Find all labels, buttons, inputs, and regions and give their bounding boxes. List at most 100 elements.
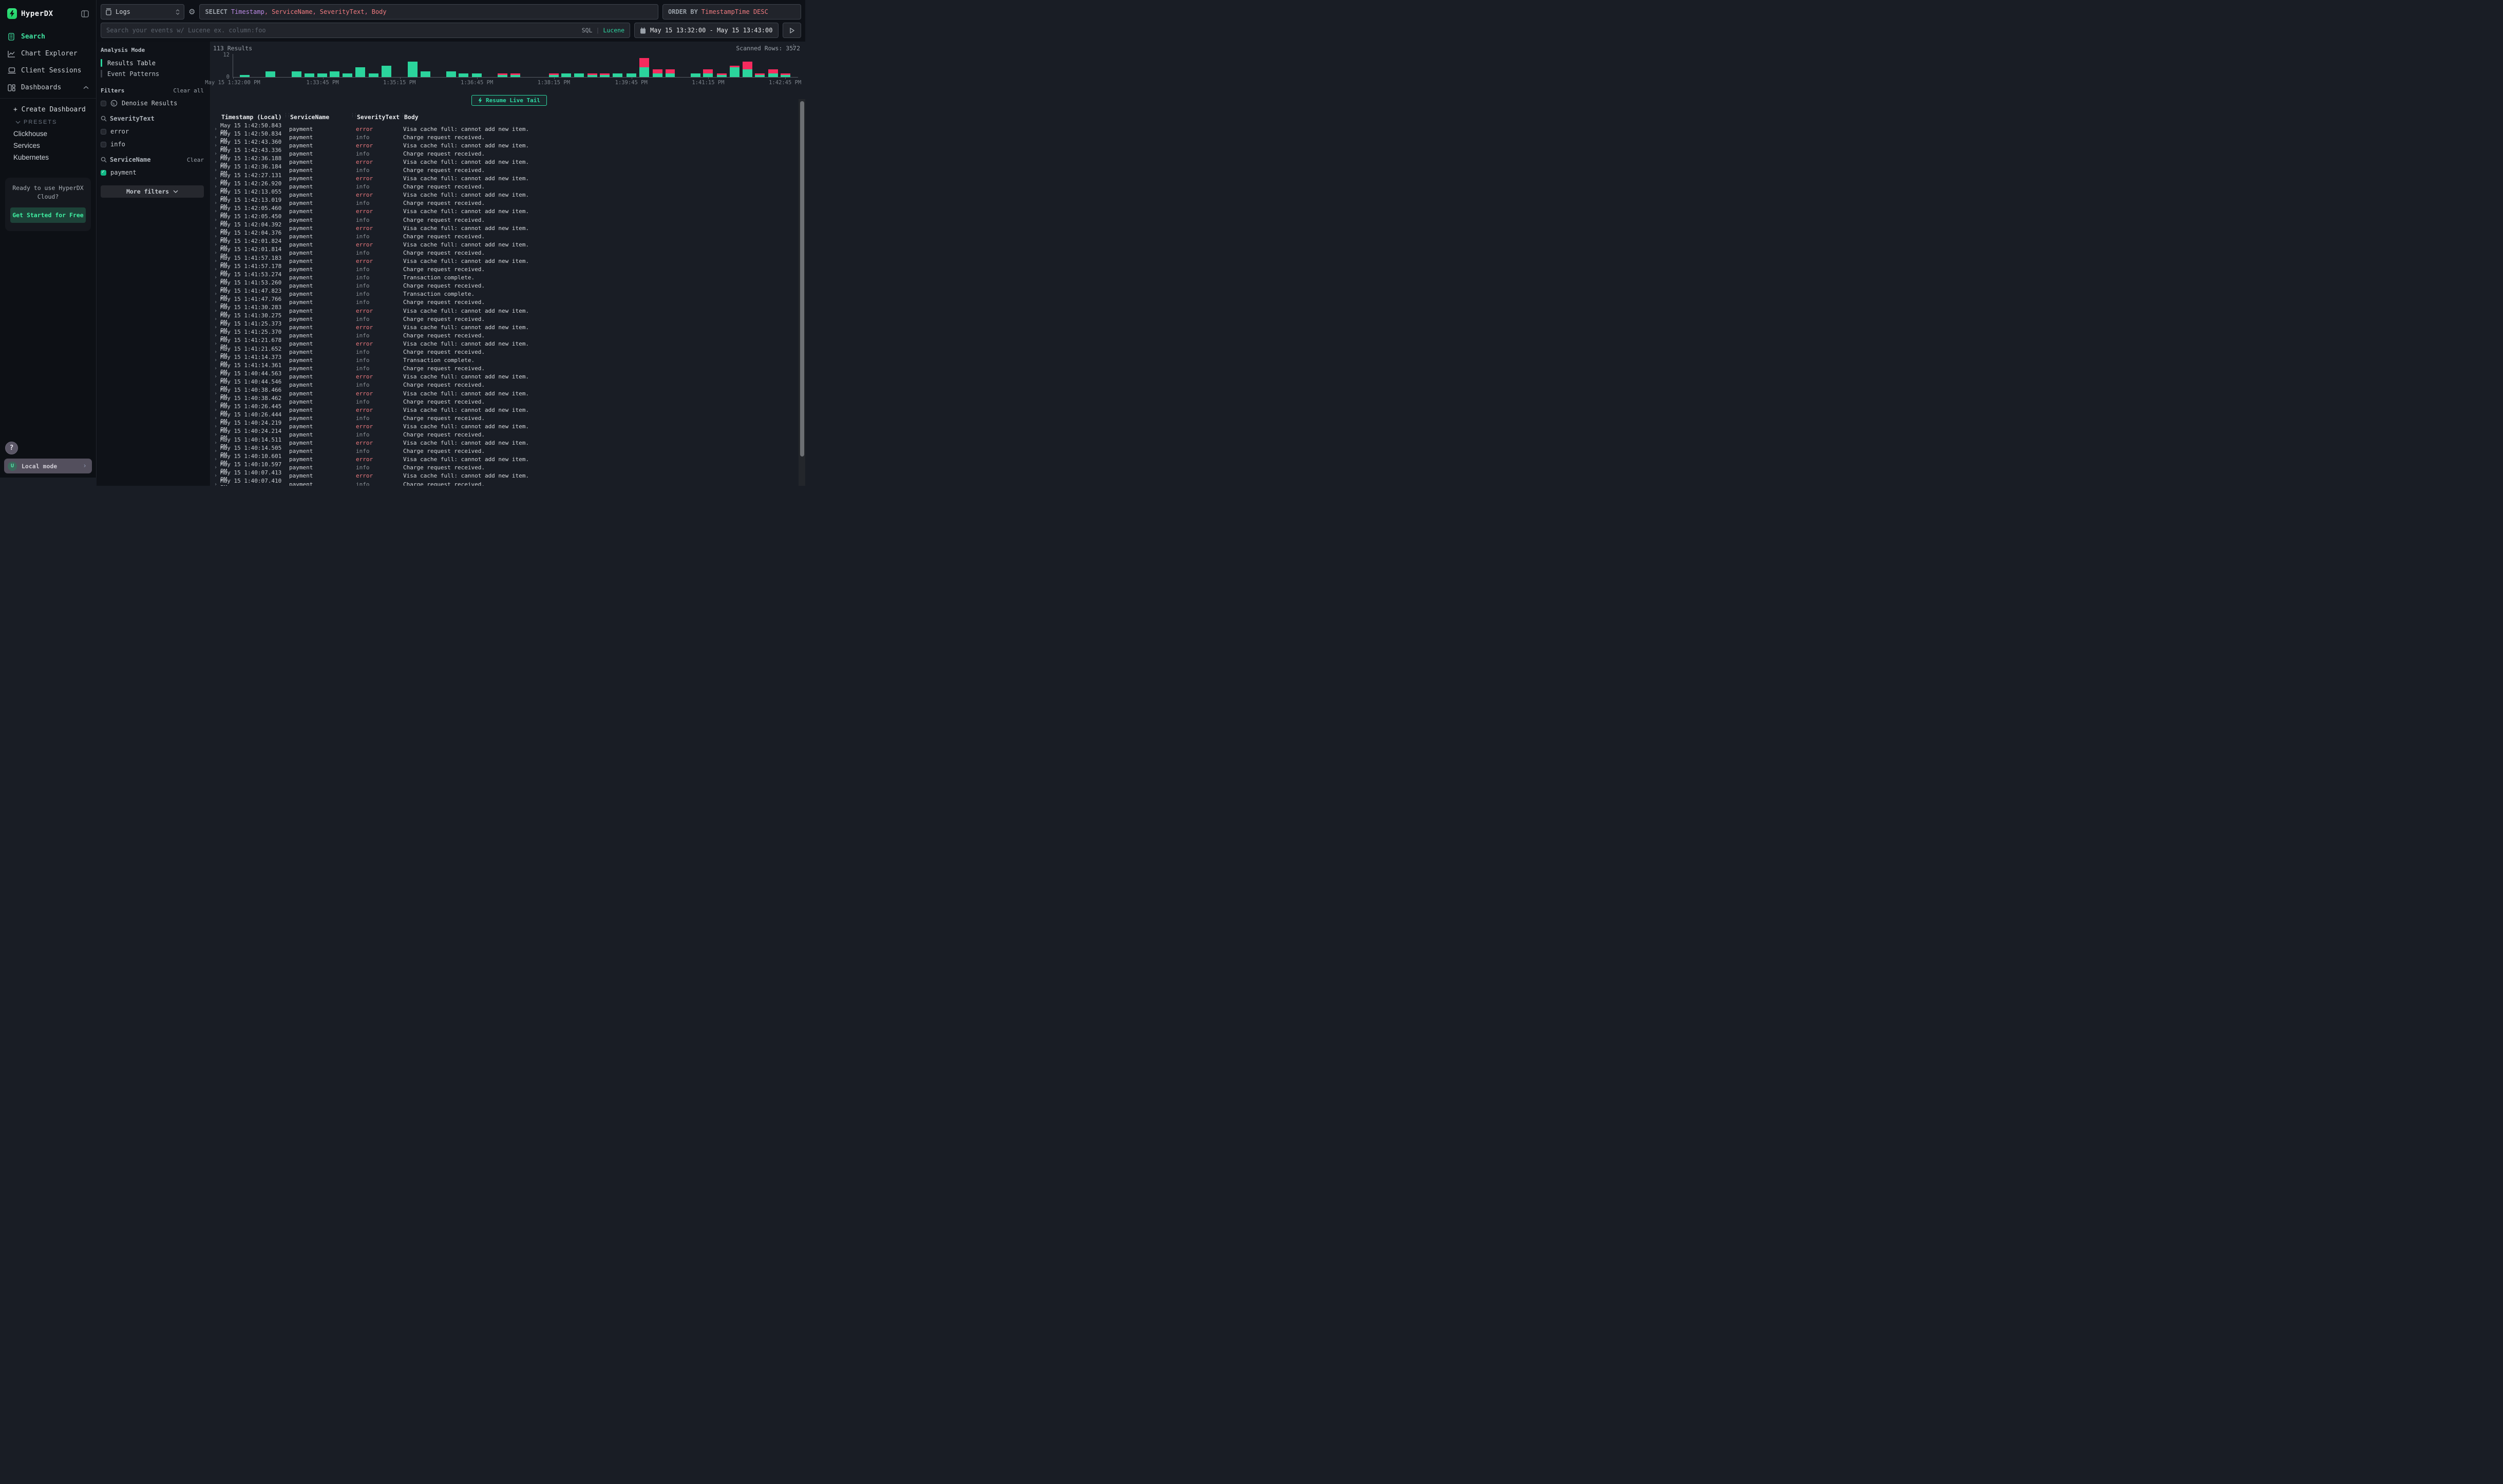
- preset-dashboard-item[interactable]: Services: [0, 140, 96, 151]
- mode-results-table[interactable]: Results Table: [101, 58, 204, 68]
- column-header-timestamp[interactable]: Timestamp (Local): [220, 113, 289, 121]
- chart-bar[interactable]: [717, 54, 727, 77]
- scrollbar-thumb[interactable]: [800, 101, 804, 456]
- chart-bar[interactable]: [730, 54, 739, 77]
- chart-bar[interactable]: [510, 54, 520, 77]
- chart-bar[interactable]: [703, 54, 713, 77]
- row-expand-chevron[interactable]: ›: [213, 291, 220, 297]
- row-expand-chevron[interactable]: ›: [213, 159, 220, 165]
- row-expand-chevron[interactable]: ›: [213, 167, 220, 173]
- sidebar-item-dashboards[interactable]: Dashboards: [0, 79, 96, 96]
- sidebar-item-search[interactable]: Search: [0, 28, 96, 45]
- chart-bar[interactable]: [472, 54, 482, 77]
- source-select[interactable]: Logs: [101, 4, 184, 20]
- row-expand-chevron[interactable]: ›: [213, 415, 220, 421]
- info-checkbox[interactable]: [101, 142, 106, 147]
- row-expand-chevron[interactable]: ›: [213, 267, 220, 272]
- chart-bar[interactable]: [691, 54, 700, 77]
- chart-bar[interactable]: [343, 54, 352, 77]
- select-query-input[interactable]: SELECT Timestamp , ServiceName , Severit…: [199, 4, 658, 20]
- preset-dashboard-item[interactable]: Kubernetes: [0, 151, 96, 163]
- row-expand-chevron[interactable]: ›: [213, 258, 220, 264]
- sidebar-collapse-icon[interactable]: [81, 10, 89, 17]
- row-expand-chevron[interactable]: ›: [213, 432, 220, 437]
- row-expand-chevron[interactable]: ›: [213, 366, 220, 371]
- chart-bar[interactable]: [369, 54, 378, 77]
- table-scrollbar[interactable]: [799, 99, 805, 486]
- sidebar-item-client-sessions[interactable]: Client Sessions: [0, 62, 96, 79]
- chart-bar[interactable]: [755, 54, 765, 77]
- row-expand-chevron[interactable]: ›: [213, 242, 220, 248]
- row-expand-chevron[interactable]: ›: [213, 456, 220, 462]
- user-menu[interactable]: U Local mode ›: [4, 459, 92, 473]
- chart-bar[interactable]: [613, 54, 622, 77]
- row-expand-chevron[interactable]: ›: [213, 192, 220, 198]
- lucene-mode-button[interactable]: Lucene: [603, 27, 624, 34]
- row-expand-chevron[interactable]: ›: [213, 473, 220, 479]
- row-expand-chevron[interactable]: ›: [213, 308, 220, 314]
- row-expand-chevron[interactable]: ›: [213, 424, 220, 429]
- chart-bar[interactable]: [330, 54, 339, 77]
- row-expand-chevron[interactable]: ›: [213, 374, 220, 379]
- run-query-button[interactable]: [783, 23, 801, 38]
- orderby-input[interactable]: ORDER BY TimestampTime DESC: [662, 4, 801, 20]
- chart-bar[interactable]: [639, 54, 649, 77]
- presets-section-toggle[interactable]: PRESETS: [0, 116, 96, 128]
- chart-bar[interactable]: [627, 54, 636, 77]
- column-header-servicename[interactable]: ServiceName: [289, 113, 356, 121]
- gear-icon[interactable]: [188, 7, 195, 16]
- sidebar-item-chart-explorer[interactable]: Chart Explorer: [0, 45, 96, 62]
- row-expand-chevron[interactable]: ›: [213, 135, 220, 140]
- row-expand-chevron[interactable]: ›: [213, 143, 220, 148]
- row-expand-chevron[interactable]: ›: [213, 382, 220, 388]
- row-expand-chevron[interactable]: ›: [213, 225, 220, 231]
- row-expand-chevron[interactable]: ›: [213, 200, 220, 206]
- chart-bar[interactable]: [549, 54, 559, 77]
- severity-option-info[interactable]: info: [101, 141, 204, 148]
- service-clear-button[interactable]: Clear: [187, 157, 204, 163]
- row-expand-chevron[interactable]: ›: [213, 357, 220, 363]
- search-input[interactable]: [106, 27, 578, 34]
- chart-bar[interactable]: [498, 54, 507, 77]
- service-option-payment[interactable]: payment: [101, 169, 204, 176]
- mode-event-patterns[interactable]: Event Patterns: [101, 68, 204, 79]
- brand-logo[interactable]: HyperDX: [7, 8, 53, 19]
- resume-live-tail-button[interactable]: Resume Live Tail: [471, 95, 547, 106]
- search-icon[interactable]: [101, 116, 107, 122]
- chart-bar[interactable]: [600, 54, 610, 77]
- chart-bar[interactable]: [355, 54, 365, 77]
- column-header-severitytext[interactable]: SeverityText: [356, 113, 403, 121]
- row-expand-chevron[interactable]: ›: [213, 250, 220, 256]
- row-expand-chevron[interactable]: ›: [213, 399, 220, 405]
- row-expand-chevron[interactable]: ›: [213, 341, 220, 347]
- row-expand-chevron[interactable]: ›: [213, 316, 220, 322]
- search-icon[interactable]: [101, 157, 107, 163]
- chart-bar[interactable]: [743, 54, 752, 77]
- row-expand-chevron[interactable]: ›: [213, 275, 220, 280]
- row-expand-chevron[interactable]: ›: [213, 299, 220, 305]
- row-expand-chevron[interactable]: ›: [213, 283, 220, 289]
- payment-checkbox-checked[interactable]: [101, 170, 106, 176]
- get-started-button[interactable]: Get Started for Free: [10, 207, 86, 223]
- severity-option-error[interactable]: error: [101, 128, 204, 135]
- row-expand-chevron[interactable]: ›: [213, 333, 220, 338]
- time-range-picker[interactable]: May 15 13:32:00 - May 15 13:43:00: [634, 23, 779, 38]
- denoise-checkbox[interactable]: [101, 101, 106, 106]
- chart-bar[interactable]: [240, 54, 250, 77]
- more-filters-button[interactable]: More filters: [101, 185, 204, 198]
- chart-bar[interactable]: [317, 54, 327, 77]
- row-expand-chevron[interactable]: ›: [213, 184, 220, 189]
- row-expand-chevron[interactable]: ›: [213, 448, 220, 454]
- chart-bar[interactable]: [574, 54, 584, 77]
- row-expand-chevron[interactable]: ›: [213, 234, 220, 239]
- sql-mode-button[interactable]: SQL: [582, 27, 593, 34]
- chart-plot[interactable]: [233, 54, 798, 78]
- chart-bar[interactable]: [421, 54, 430, 77]
- error-checkbox[interactable]: [101, 129, 106, 135]
- row-expand-chevron[interactable]: ›: [213, 325, 220, 330]
- column-header-body[interactable]: Body: [403, 113, 805, 121]
- row-expand-chevron[interactable]: ›: [213, 176, 220, 181]
- help-button[interactable]: ?: [5, 442, 18, 454]
- row-expand-chevron[interactable]: ›: [213, 440, 220, 446]
- chart-bar[interactable]: [382, 54, 391, 77]
